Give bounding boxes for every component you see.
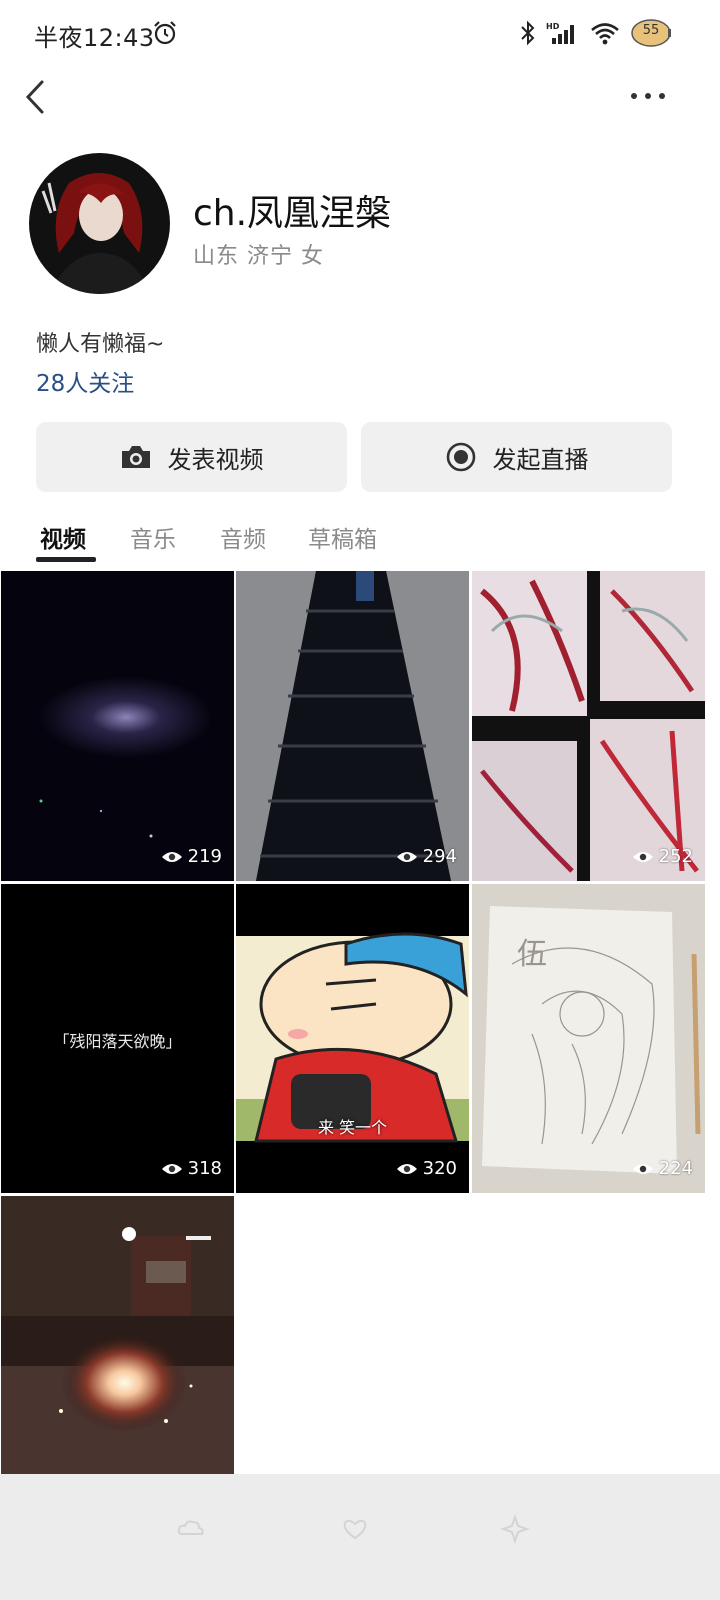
star-icon[interactable] (500, 1514, 530, 1544)
video-thumbnail[interactable]: 来 笑一个 320 (236, 884, 469, 1193)
hd-signal-icon: HD (546, 22, 574, 44)
post-video-button[interactable]: 发表视频 (36, 422, 347, 492)
video-caption: 「残阳落天欲晚」 (53, 1032, 182, 1051)
tab-drafts[interactable]: 草稿箱 (308, 520, 377, 554)
tab-videos[interactable]: 视频 (40, 520, 86, 554)
cartoon-thumbnail (236, 884, 469, 1193)
view-count: 320 (396, 1158, 457, 1179)
bottom-bar (0, 1474, 720, 1600)
chevron-left-icon[interactable] (20, 78, 56, 118)
view-count-text: 252 (658, 846, 693, 867)
view-count-text: 318 (187, 1158, 222, 1179)
escalator-thumbnail (236, 571, 469, 881)
wifi-icon (591, 23, 619, 45)
start-live-label: 发起直播 (492, 445, 589, 474)
followers-link[interactable]: 28人关注 (36, 364, 134, 398)
view-count-text: 320 (422, 1158, 457, 1179)
video-thumbnail[interactable] (1, 1196, 234, 1474)
video-thumbnail[interactable]: 219 (1, 571, 234, 881)
video-thumbnail[interactable]: 252 (472, 571, 705, 881)
battery-icon: 55 (630, 18, 672, 48)
fireworks-thumbnail (1, 1196, 234, 1474)
eye-icon (396, 1163, 417, 1174)
video-thumbnail[interactable]: 「残阳落天欲晚」 318 (1, 884, 234, 1193)
view-count: 219 (161, 846, 222, 867)
anime-collage-thumbnail (472, 571, 705, 881)
view-count-text: 219 (187, 846, 222, 867)
svg-text:伍: 伍 (517, 937, 547, 972)
camera-icon (121, 446, 150, 468)
battery-level: 55 (642, 23, 660, 38)
profile-name: ch.凤凰涅槃 (193, 193, 392, 234)
view-count: 318 (161, 1158, 222, 1179)
cloud-icon[interactable] (176, 1514, 206, 1544)
heart-icon[interactable] (340, 1514, 370, 1544)
alarm-icon (154, 21, 176, 45)
profile-bio: 懒人有懒福~ (36, 332, 165, 357)
bluetooth-icon (521, 20, 535, 46)
more-dots-icon[interactable] (628, 86, 668, 106)
video-caption: 来 笑一个 (317, 1118, 388, 1137)
status-bar: 半夜12:43 HD 55 (0, 0, 720, 68)
night-sky-thumbnail (1, 571, 234, 881)
eye-icon (161, 851, 182, 862)
status-time: 半夜12:43 (34, 24, 155, 52)
profile-location: 山东 济宁 女 (193, 244, 324, 269)
eye-icon (632, 851, 653, 862)
status-icons: HD 55 (520, 16, 672, 50)
live-record-icon (446, 442, 475, 472)
view-count-text: 294 (422, 846, 457, 867)
tab-audio[interactable]: 音频 (220, 520, 266, 554)
content-tabs: 视频 音乐 音频 草稿箱 (0, 512, 720, 568)
sketch-thumbnail: 伍 (472, 884, 705, 1193)
svg-text:HD: HD (546, 22, 560, 31)
view-count: 294 (396, 846, 457, 867)
view-count: 224 (632, 1158, 693, 1179)
eye-icon (396, 851, 417, 862)
eye-icon (632, 1163, 653, 1174)
view-count: 252 (632, 846, 693, 867)
tab-indicator (36, 557, 96, 562)
avatar[interactable] (29, 153, 170, 294)
eye-icon (161, 1163, 182, 1174)
video-thumbnail[interactable]: 伍 224 (472, 884, 705, 1193)
view-count-text: 224 (658, 1158, 693, 1179)
video-thumbnail[interactable]: 294 (236, 571, 469, 881)
start-live-button[interactable]: 发起直播 (361, 422, 672, 492)
post-video-label: 发表视频 (167, 445, 264, 474)
tab-music[interactable]: 音乐 (130, 520, 176, 554)
